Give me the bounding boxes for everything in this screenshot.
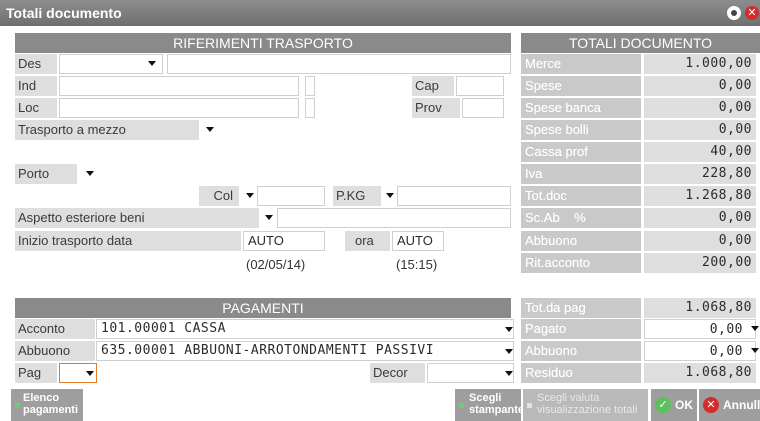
chevron-down-icon (246, 193, 254, 198)
data-input[interactable]: AUTO (243, 231, 325, 251)
abbuono-total-label: Abbuono (521, 231, 641, 251)
aspetto-input[interactable] (277, 208, 511, 228)
pkg-input[interactable] (397, 186, 511, 206)
sconto-abbuono-value: 0,00 (644, 208, 756, 228)
green-dot-icon (459, 403, 464, 408)
residuo-label: Residuo (521, 363, 641, 383)
acconto-label: Acconto (15, 319, 95, 339)
ok-label: OK (675, 398, 693, 412)
spese-bolli-value: 0,00 (644, 120, 756, 140)
chevron-down-icon (206, 127, 214, 132)
spese-bolli-label: Spese bolli (521, 120, 641, 140)
iva-value: 228,80 (644, 164, 756, 184)
ora-input[interactable]: AUTO (392, 231, 444, 251)
elenco-line1: Elenco (23, 392, 60, 404)
close-icon[interactable]: ✕ (745, 6, 759, 20)
decor-label: Decor (370, 363, 425, 383)
pagato-label: Pagato (521, 319, 641, 339)
check-icon: ✓ (655, 397, 671, 413)
spese-banca-label: Spese banca (521, 98, 641, 118)
cap-input[interactable] (456, 76, 504, 96)
acconto-select[interactable]: 101.00001 CASSA (96, 319, 514, 339)
cassa-prof-value: 40,00 (644, 142, 756, 162)
iva-label: Iva (521, 164, 641, 184)
aspetto-label: Aspetto esteriore beni (15, 208, 259, 228)
chevron-down-icon (386, 193, 394, 198)
valuta-line1: Scegli valuta (537, 392, 600, 404)
elenco-pagamenti-button[interactable]: Elenco pagamenti (11, 389, 83, 421)
sconto-abbuono-label: Sc.Ab % (521, 208, 641, 228)
chevron-down-icon (505, 371, 513, 376)
des-label: Des (15, 54, 57, 74)
window-option-icon[interactable] (727, 6, 741, 20)
rit-acconto-label: Rit.acconto (521, 253, 641, 273)
loc-input[interactable] (59, 98, 299, 118)
prov-label: Prov (412, 98, 460, 118)
chevron-down-icon (505, 327, 513, 332)
des-description-input[interactable] (167, 54, 511, 74)
inizio-trasporto-label: Inizio trasporto data (15, 231, 241, 251)
cap-label: Cap (412, 76, 454, 96)
spese-label: Spese (521, 76, 641, 96)
scegli-line1: Scegli (469, 392, 502, 404)
tot-da-pag-value: 1.068,80 (644, 298, 756, 318)
scegli-stampante-button[interactable]: Scegli stampante (455, 389, 525, 421)
scegli-valuta-button[interactable]: Scegli valuta visualizzazione totali (523, 389, 648, 421)
abbuono-total-value: 0,00 (644, 231, 756, 251)
abbuono-pag-input[interactable]: 0,00 (644, 341, 756, 361)
residuo-value: 1.068,80 (644, 363, 756, 383)
ind-input[interactable] (59, 76, 299, 96)
rit-acconto-value: 200,00 (644, 253, 756, 273)
ora-label: ora (345, 231, 390, 251)
col-label: Col (199, 186, 239, 206)
ind-label: Ind (15, 76, 57, 96)
spese-value: 0,00 (644, 76, 756, 96)
chevron-down-icon (86, 171, 94, 176)
loc-label: Loc (15, 98, 57, 118)
cassa-prof-label: Cassa prof (521, 142, 641, 162)
col-input[interactable] (257, 186, 325, 206)
ok-button[interactable]: ✓ OK (651, 389, 697, 421)
merce-label: Merce (521, 54, 641, 74)
abbuono-select[interactable]: 635.00001 ABBUONI-ARROTONDAMENTI PASSIVI (96, 341, 514, 361)
valuta-line2: visualizzazione totali (537, 404, 638, 416)
ind-extra-input[interactable] (305, 76, 315, 96)
totdoc-label: Tot.doc (521, 186, 641, 206)
decor-select[interactable] (427, 363, 514, 383)
pkg-label: P.KG (333, 186, 381, 206)
chevron-down-icon (751, 348, 759, 353)
totdoc-value: 1.268,80 (644, 186, 756, 206)
merce-value: 1.000,00 (644, 54, 756, 74)
chevron-down-icon (148, 61, 156, 66)
pag-label: Pag (15, 363, 57, 383)
window-title: Totali documento (6, 5, 122, 21)
window-titlebar: Totali documento ✕ (0, 0, 760, 26)
cancel-icon: ✕ (703, 397, 719, 413)
data-hint: (02/05/14) (246, 257, 306, 272)
annulla-button[interactable]: ✕ Annulla (699, 389, 760, 421)
loc-extra-input[interactable] (305, 98, 315, 118)
pagamenti-header: PAGAMENTI (15, 298, 511, 318)
trasporto-mezzo-label: Trasporto a mezzo (15, 120, 199, 140)
tot-da-pag-label: Tot.da pag (521, 298, 641, 318)
prov-input[interactable] (462, 98, 504, 118)
elenco-line2: pagamenti (23, 404, 79, 416)
chevron-down-icon (86, 371, 94, 376)
porto-label: Porto (15, 164, 77, 184)
chevron-down-icon (265, 215, 273, 220)
totali-header: TOTALI DOCUMENTO (521, 33, 760, 53)
scegli-line2: stampante (469, 404, 525, 416)
trasporto-header: RIFERIMENTI TRASPORTO (15, 33, 511, 53)
gray-dot-icon (527, 403, 532, 408)
abbuono-label: Abbuono (15, 341, 95, 361)
pagato-input[interactable]: 0,00 (644, 319, 756, 339)
green-dot-icon (15, 403, 20, 408)
chevron-down-icon (751, 326, 759, 331)
spese-banca-value: 0,00 (644, 98, 756, 118)
chevron-down-icon (505, 349, 513, 354)
annulla-label: Annulla (723, 398, 760, 412)
ora-hint: (15:15) (396, 257, 438, 272)
abbuono-pag-label: Abbuono (521, 341, 641, 361)
